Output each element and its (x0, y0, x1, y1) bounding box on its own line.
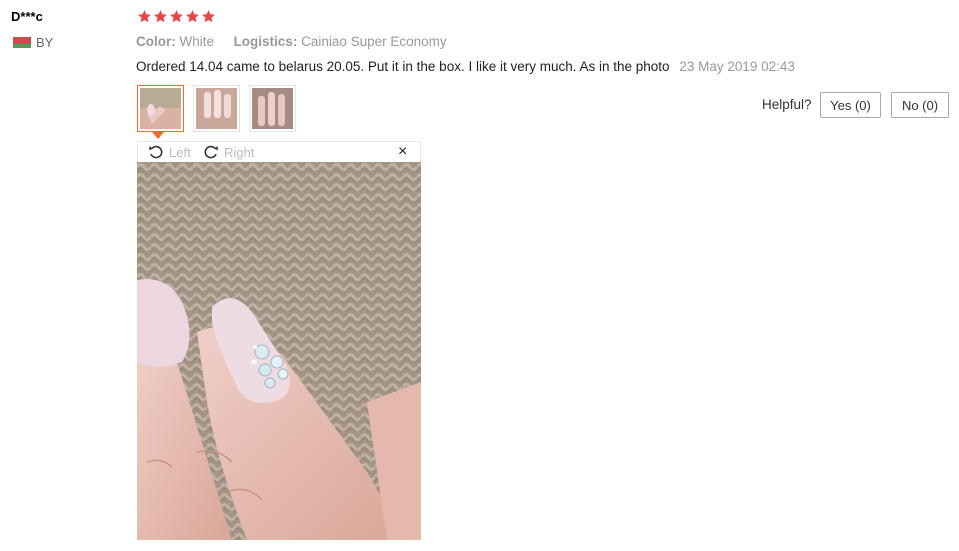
review-date: 23 May 2019 02:43 (679, 59, 795, 74)
star-icon (138, 10, 151, 23)
rotate-left-button[interactable]: Left (148, 144, 191, 160)
review-photo-large (137, 162, 421, 540)
country-code: BY (36, 35, 54, 50)
star-rating (137, 9, 216, 24)
review-body: Ordered 14.04 came to belarus 20.05. Put… (136, 59, 795, 74)
rotate-left-label: Left (169, 144, 191, 160)
close-viewer-button[interactable]: × (398, 143, 407, 161)
review-thumbnail-1[interactable] (137, 85, 184, 132)
color-label: Color: (136, 34, 176, 49)
helpful-yes-button[interactable]: Yes (0) (820, 92, 881, 118)
review-thumbnail-3[interactable] (249, 85, 296, 132)
logistics-label: Logistics: (233, 34, 298, 49)
nail-photo-thumbnail (140, 88, 181, 129)
photo-viewer-toolbar: Left Right × (137, 141, 421, 162)
rotate-right-label: Right (224, 144, 255, 160)
logistics-value: Cainiao Super Economy (301, 34, 447, 49)
star-icon (154, 10, 167, 23)
helpful-label: Helpful? (762, 97, 812, 112)
reviewer-name: D***c (11, 9, 43, 24)
order-meta: Color: White Logistics: Cainiao Super Ec… (136, 34, 447, 49)
helpful-no-button[interactable]: No (0) (891, 92, 949, 118)
star-icon (170, 10, 183, 23)
reviewer-country: BY (11, 35, 53, 50)
selected-thumbnail-pointer (152, 132, 164, 139)
rotate-left-icon (149, 145, 163, 159)
review-thumbnail-2[interactable] (193, 85, 240, 132)
nail-photo (137, 162, 421, 540)
belarus-flag-icon (11, 37, 31, 48)
review-text: Ordered 14.04 came to belarus 20.05. Put… (136, 59, 670, 74)
color-value: White (179, 34, 215, 49)
nail-photo-thumbnail (252, 88, 293, 129)
rotate-right-button[interactable]: Right (203, 144, 254, 160)
rotate-right-icon (204, 145, 218, 159)
star-icon (202, 10, 215, 23)
star-icon (186, 10, 199, 23)
nail-photo-thumbnail (196, 88, 237, 129)
